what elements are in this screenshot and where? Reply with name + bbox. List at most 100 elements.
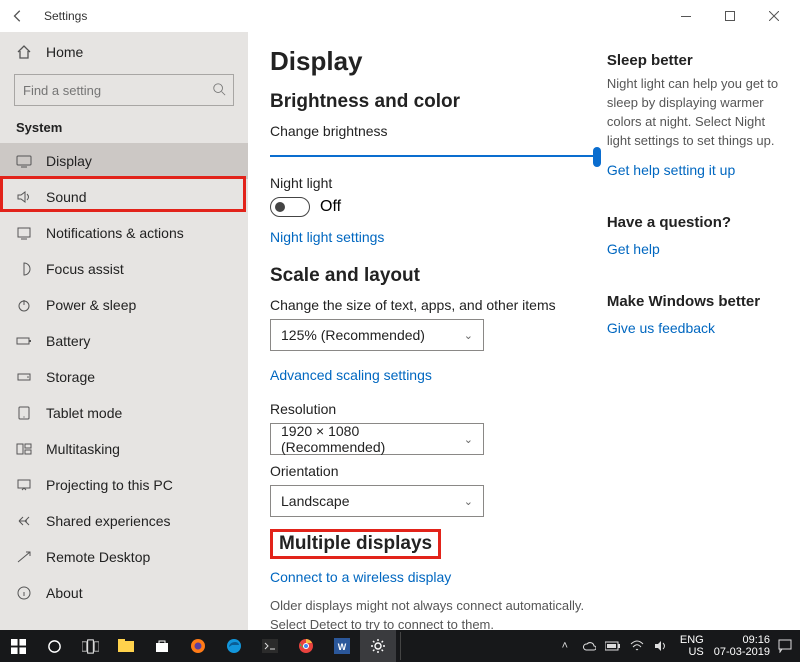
cortana-button[interactable]	[36, 630, 72, 662]
home-button[interactable]: Home	[0, 36, 248, 68]
taskbar-app-firefox[interactable]	[180, 630, 216, 662]
sidebar-item-label: Sound	[46, 189, 86, 205]
firefox-icon	[190, 638, 206, 654]
tray-battery-icon[interactable]	[604, 641, 622, 651]
tray-date: 07-03-2019	[714, 646, 770, 658]
question-heading: Have a question?	[607, 214, 782, 231]
maximize-button[interactable]	[708, 2, 752, 30]
slider-track	[270, 155, 601, 157]
night-light-settings-link[interactable]: Night light settings	[270, 229, 384, 245]
home-icon	[16, 44, 32, 60]
sleep-help-link[interactable]: Get help setting it up	[607, 162, 735, 178]
toggle-knob	[275, 202, 285, 212]
sidebar-item-sound[interactable]: Sound	[0, 179, 248, 215]
remote-icon	[16, 549, 32, 565]
tray-locale[interactable]: US	[688, 646, 703, 658]
get-help-link[interactable]: Get help	[607, 241, 660, 257]
multitask-icon	[16, 441, 32, 457]
chevron-down-icon: ⌄	[464, 329, 473, 342]
taskbar: W ˄ ENG US 09:16 07-03-2019	[0, 630, 800, 662]
night-light-toggle[interactable]	[270, 197, 310, 217]
sidebar-item-label: Remote Desktop	[46, 549, 150, 565]
orientation-select[interactable]: Landscape ⌄	[270, 485, 484, 517]
search-input[interactable]	[14, 74, 234, 106]
chevron-down-icon: ⌄	[464, 433, 473, 446]
file-explorer-icon	[118, 639, 134, 653]
sidebar-item-display[interactable]: Display	[0, 143, 248, 179]
connect-wireless-link[interactable]: Connect to a wireless display	[270, 569, 451, 585]
sidebar-item-storage[interactable]: Storage	[0, 359, 248, 395]
sidebar-item-focus[interactable]: Focus assist	[0, 251, 248, 287]
taskbar-app-terminal[interactable]	[252, 630, 288, 662]
tray-clock[interactable]: 09:16 07-03-2019	[714, 634, 770, 658]
resolution-select[interactable]: 1920 × 1080 (Recommended) ⌄	[270, 423, 484, 455]
slider-thumb	[593, 147, 601, 167]
notifications-icon	[16, 225, 32, 241]
sidebar-item-notifications[interactable]: Notifications & actions	[0, 215, 248, 251]
chrome-icon	[298, 638, 314, 654]
tray-wifi-icon[interactable]	[628, 640, 646, 652]
chevron-down-icon: ⌄	[464, 495, 473, 508]
start-button[interactable]	[0, 630, 36, 662]
feedback-link[interactable]: Give us feedback	[607, 320, 715, 336]
better-heading: Make Windows better	[607, 293, 782, 310]
close-button[interactable]	[752, 2, 796, 30]
category-label: System	[0, 116, 248, 143]
tray-time: 09:16	[714, 634, 770, 646]
sidebar-item-label: Power & sleep	[46, 297, 136, 313]
sleep-better-text: Night light can help you get to sleep by…	[607, 75, 782, 150]
scale-value: 125% (Recommended)	[281, 327, 425, 343]
taskbar-app-store[interactable]	[144, 630, 180, 662]
sound-icon	[16, 189, 32, 205]
taskbar-app-edge[interactable]	[216, 630, 252, 662]
advanced-scaling-link[interactable]: Advanced scaling settings	[270, 367, 432, 383]
taskbar-app-settings[interactable]	[360, 630, 396, 662]
sidebar-item-label: Projecting to this PC	[46, 477, 173, 493]
sidebar-item-label: Focus assist	[46, 261, 124, 277]
brightness-slider[interactable]	[270, 145, 601, 167]
sidebar-item-about[interactable]: About	[0, 575, 248, 611]
tray-lang[interactable]: ENG	[680, 634, 704, 646]
toggle-state: Off	[320, 198, 341, 216]
back-button[interactable]	[4, 9, 32, 23]
sidebar-item-label: Storage	[46, 369, 95, 385]
sidebar-item-shared[interactable]: Shared experiences	[0, 503, 248, 539]
minimize-button[interactable]	[664, 2, 708, 30]
terminal-icon	[262, 639, 278, 653]
store-icon	[155, 639, 169, 653]
taskbar-app-word[interactable]: W	[324, 630, 360, 662]
orientation-label: Orientation	[270, 463, 601, 479]
page-title: Display	[270, 46, 601, 77]
sidebar-item-power[interactable]: Power & sleep	[0, 287, 248, 323]
sidebar-item-battery[interactable]: Battery	[0, 323, 248, 359]
tray-action-center[interactable]	[776, 639, 794, 653]
sidebar-item-projecting[interactable]: Projecting to this PC	[0, 467, 248, 503]
tray-volume-icon[interactable]	[652, 640, 670, 652]
brightness-heading: Brightness and color	[270, 91, 601, 113]
scale-select[interactable]: 125% (Recommended) ⌄	[270, 319, 484, 351]
sidebar-item-tablet[interactable]: Tablet mode	[0, 395, 248, 431]
gear-icon	[370, 638, 386, 654]
taskbar-app-chrome[interactable]	[288, 630, 324, 662]
orientation-value: Landscape	[281, 493, 350, 509]
brightness-label: Change brightness	[270, 123, 601, 139]
sidebar-item-label: Notifications & actions	[46, 225, 184, 241]
older-displays-hint: Older displays might not always connect …	[270, 597, 601, 630]
power-icon	[16, 297, 32, 313]
cortana-icon	[47, 639, 62, 654]
tray-onedrive-icon[interactable]	[580, 641, 598, 651]
sidebar-item-label: Battery	[46, 333, 90, 349]
taskview-button[interactable]	[72, 630, 108, 662]
resolution-value: 1920 × 1080 (Recommended)	[281, 423, 464, 455]
maximize-icon	[725, 11, 735, 21]
search-icon	[212, 82, 226, 101]
sidebar-item-label: Shared experiences	[46, 513, 171, 529]
about-icon	[16, 585, 32, 601]
minimize-icon	[681, 16, 691, 17]
tray-up-icon[interactable]: ˄	[556, 640, 574, 652]
taskbar-app-explorer[interactable]	[108, 630, 144, 662]
night-light-label: Night light	[270, 175, 601, 191]
sidebar-item-remote[interactable]: Remote Desktop	[0, 539, 248, 575]
sidebar-item-multitask[interactable]: Multitasking	[0, 431, 248, 467]
sidebar-item-label: Display	[46, 153, 92, 169]
